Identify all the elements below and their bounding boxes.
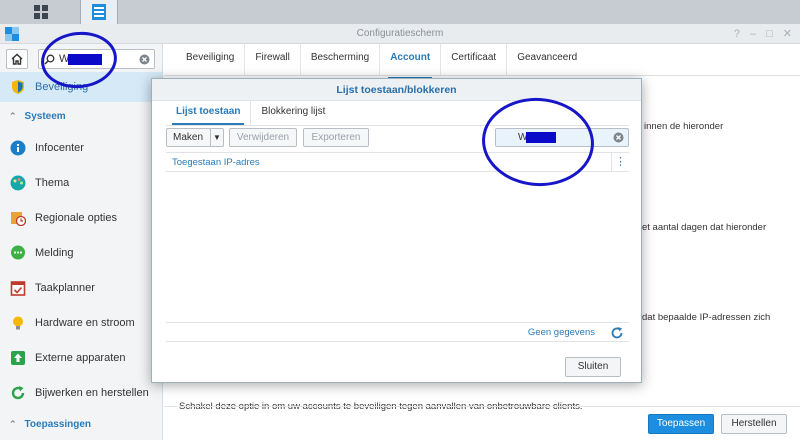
dialog-search-input[interactable]: W	[495, 128, 629, 147]
shield-icon	[9, 78, 27, 96]
tab-security[interactable]: Beveiliging	[176, 44, 246, 75]
close-icon[interactable]: ✕	[783, 24, 792, 44]
sidebar-item-label: Beveiliging	[35, 81, 89, 93]
home-button[interactable]	[6, 49, 28, 69]
apply-button[interactable]: Toepassen	[648, 414, 714, 434]
sidebar-item-infocenter[interactable]: Infocenter	[0, 130, 162, 165]
background-text: innen de hieronder	[644, 121, 724, 132]
sidebar-item-label: Externe apparaten	[35, 351, 126, 364]
column-allowed-ip[interactable]: Toegestaan IP-adres	[172, 157, 260, 168]
tab-certificate[interactable]: Certificaat	[441, 44, 508, 75]
window-titlebar: Configuratiescherm ? – □ ✕	[0, 24, 800, 44]
sidebar-section-system[interactable]: ⌃ Systeem	[0, 102, 162, 130]
bulb-icon	[9, 314, 27, 332]
sidebar-section-label: Systeem	[24, 110, 66, 122]
redaction-mark	[526, 132, 556, 143]
export-button[interactable]: Exporteren	[303, 128, 369, 147]
sidebar-item-label: Regionale opties	[35, 211, 117, 224]
grid-icon	[34, 5, 48, 19]
upload-icon	[9, 349, 27, 367]
chat-icon	[9, 244, 27, 262]
window-title: Configuratiescherm	[356, 28, 444, 39]
sidebar-section-applications[interactable]: ⌃ Toepassingen	[0, 410, 162, 438]
sidebar-item-label: Thema	[35, 176, 70, 189]
chevron-up-icon: ⌃	[9, 110, 17, 121]
delete-button[interactable]: Verwijderen	[229, 128, 297, 147]
control-panel-taskbar-button[interactable]	[80, 0, 118, 24]
security-tabs: Beveiliging Firewall Bescherming Account…	[164, 44, 800, 79]
create-button[interactable]: Maken ▼	[166, 128, 224, 147]
palette-icon	[9, 174, 27, 192]
table-header: Toegestaan IP-adres ⋮	[166, 152, 629, 172]
tab-firewall[interactable]: Firewall	[245, 44, 301, 75]
background-text: dat bepaalde IP-adressen zich	[642, 312, 771, 323]
refresh-icon[interactable]	[609, 325, 625, 341]
clear-search-icon[interactable]	[139, 54, 150, 65]
search-icon	[44, 54, 55, 65]
close-dialog-button[interactable]: Sluiten	[565, 357, 621, 377]
sidebar-top: W	[0, 44, 162, 72]
sidebar-item-update-restore[interactable]: Bijwerken en herstellen	[0, 375, 162, 410]
info-icon	[9, 139, 27, 157]
chevron-down-icon[interactable]: ▼	[210, 128, 224, 147]
divider	[166, 125, 629, 126]
tab-advanced[interactable]: Geavanceerd	[507, 44, 587, 75]
create-label: Maken	[173, 132, 204, 143]
help-icon[interactable]: ?	[734, 24, 740, 44]
sidebar-item-external-devices[interactable]: Externe apparaten	[0, 340, 162, 375]
background-text: et aantal dagen dat hieronder	[642, 222, 767, 233]
sidebar-search-input[interactable]: W	[38, 49, 155, 69]
sidebar-item-label: Hardware en stroom	[35, 316, 135, 329]
chevron-up-icon: ⌃	[9, 418, 17, 429]
empty-state-text: Geen gegevens	[527, 327, 595, 338]
sidebar-item-label: Bijwerken en herstellen	[35, 386, 149, 399]
sidebar-section-label: Toepassingen	[24, 418, 92, 430]
dialog-tabs: Lijst toestaan Blokkering lijst	[166, 101, 335, 125]
control-panel-icon	[92, 4, 106, 20]
app-logo-icon	[5, 27, 19, 41]
home-icon	[11, 53, 23, 65]
reset-button[interactable]: Herstellen	[721, 414, 787, 434]
clock-map-icon	[9, 209, 27, 227]
column-menu-icon[interactable]: ⋮	[611, 153, 629, 171]
calendar-icon	[9, 279, 27, 297]
tab-block-list[interactable]: Blokkering lijst	[251, 101, 335, 125]
sidebar-item-task-scheduler[interactable]: Taakplanner	[0, 270, 162, 305]
minimize-icon[interactable]: –	[750, 24, 756, 44]
tab-account[interactable]: Account	[380, 44, 442, 79]
dialog-title: Lijst toestaan/blokkeren	[152, 79, 641, 101]
sidebar-item-notification[interactable]: Melding	[0, 235, 162, 270]
allow-block-list-dialog: Lijst toestaan/blokkeren Lijst toestaan …	[151, 78, 642, 383]
refresh-icon	[9, 384, 27, 402]
maximize-icon[interactable]: □	[766, 24, 773, 44]
redaction-mark	[68, 54, 102, 65]
clear-search-icon[interactable]	[613, 132, 624, 143]
sidebar-item-regional-options[interactable]: Regionale opties	[0, 200, 162, 235]
sidebar-item-label: Taakplanner	[35, 281, 95, 294]
sidebar-item-hardware-power[interactable]: Hardware en stroom	[0, 305, 162, 340]
sidebar-item-label: Melding	[35, 246, 74, 259]
tab-allow-list[interactable]: Lijst toestaan	[166, 101, 252, 125]
sidebar: W Beveiliging ⌃ Systeem Infocenter Thema	[0, 44, 163, 440]
sidebar-item-label: Infocenter	[35, 141, 84, 154]
tab-protection[interactable]: Bescherming	[301, 44, 381, 75]
sidebar-item-security[interactable]: Beveiliging	[0, 72, 162, 102]
action-bar: Toepassen Herstellen	[164, 406, 800, 440]
table-footer: Geen gegevens	[166, 322, 629, 342]
window-controls: ? – □ ✕	[734, 24, 792, 44]
sidebar-item-theme[interactable]: Thema	[0, 165, 162, 200]
main-menu-button[interactable]	[22, 0, 60, 24]
taskbar	[0, 0, 800, 24]
